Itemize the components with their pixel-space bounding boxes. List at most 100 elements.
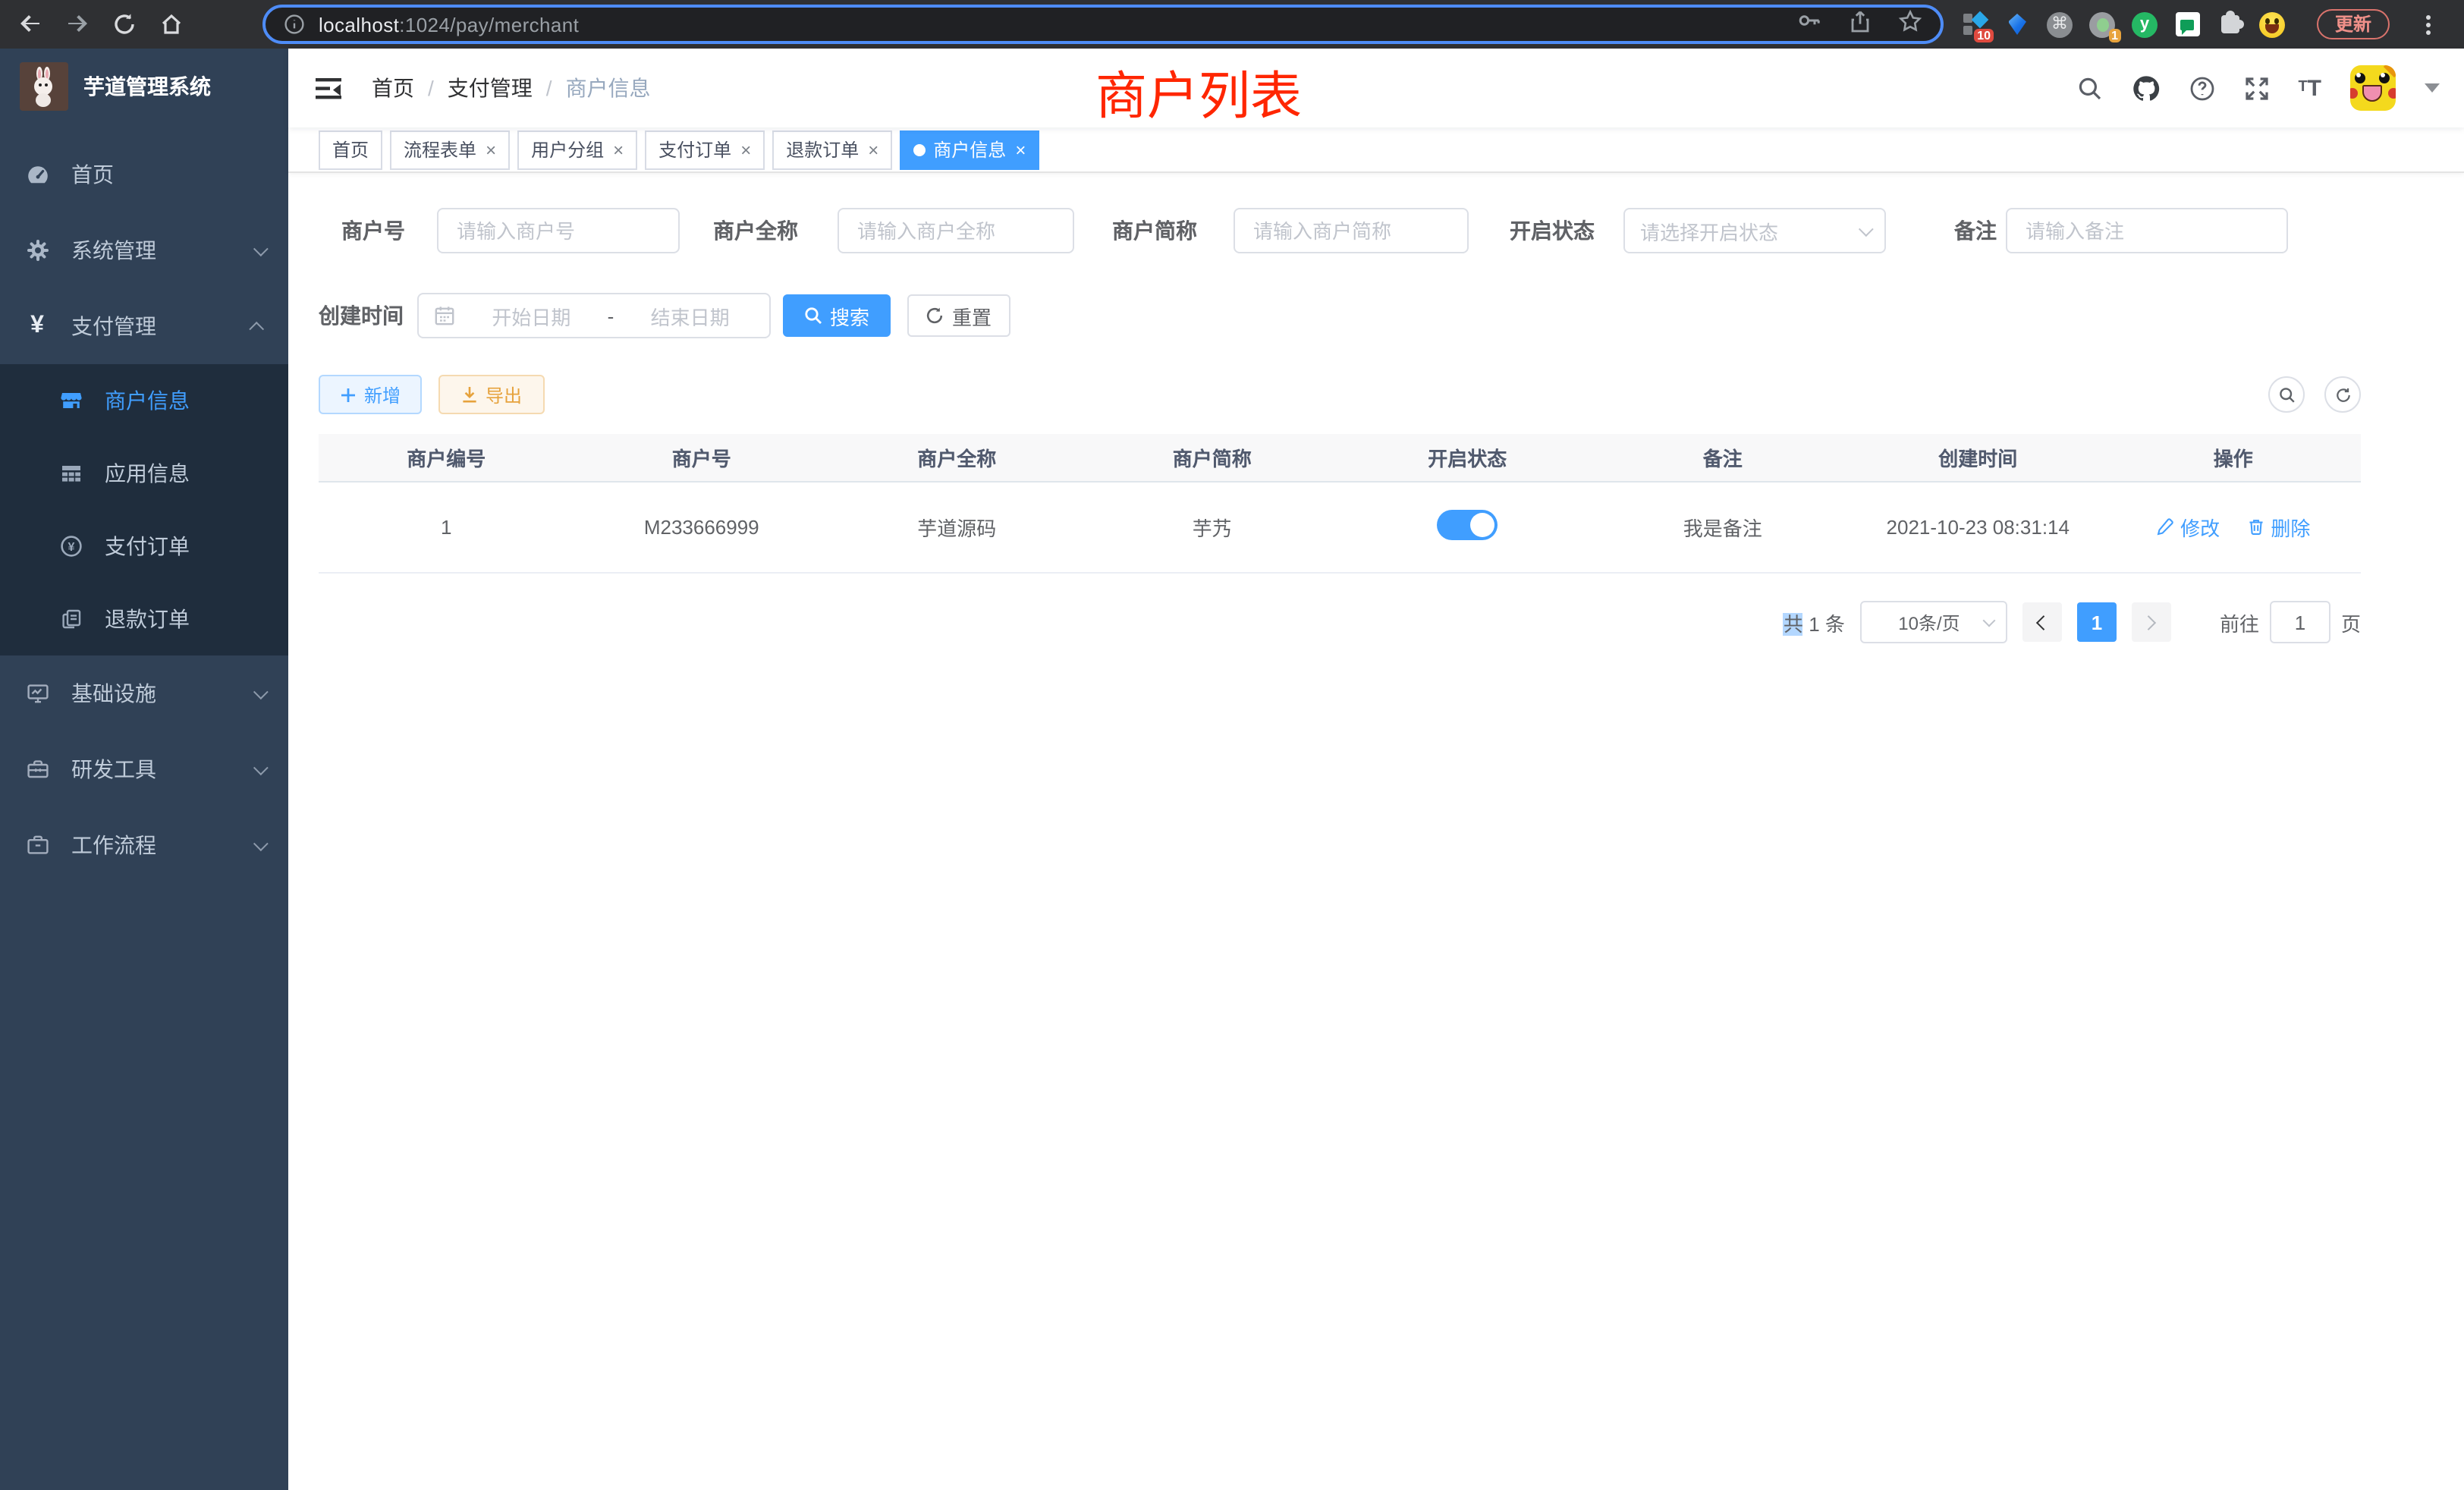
browser-update-button[interactable]: 更新 [2317,9,2390,39]
close-icon[interactable]: × [613,140,624,159]
chevron-down-icon [253,684,269,699]
github-icon[interactable] [2131,74,2160,102]
close-icon[interactable]: × [868,140,878,159]
briefcase-icon [24,833,50,857]
url-path: :1024/pay/merchant [399,13,579,36]
next-page-button[interactable] [2132,602,2171,642]
forward-icon[interactable] [65,12,90,36]
sidebar-item-app-info[interactable]: 应用信息 [0,437,288,510]
page-number-1[interactable]: 1 [2077,602,2117,642]
end-date-placeholder: 结束日期 [626,301,754,330]
short-name-input[interactable] [1234,208,1469,253]
emoji-profile-icon[interactable] [2259,11,2285,37]
goto-page-input[interactable] [2270,601,2330,643]
export-button[interactable]: 导出 [438,375,545,414]
status-toggle[interactable] [1437,509,1498,539]
sidebar-item-label: 工作流程 [71,830,156,860]
back-icon[interactable] [18,12,42,36]
kite-extension-icon[interactable] [2004,11,2030,37]
refresh-icon [2334,386,2351,403]
tab-merchant-info[interactable]: 商户信息× [900,130,1039,169]
breadcrumb: 首页 / 支付管理 / 商户信息 [372,73,651,103]
yuque-extension-icon[interactable]: y [2132,11,2158,37]
search-button[interactable]: 搜索 [783,294,891,337]
screen: localhost:1024/pay/merchant 10 ⌘ 1 y 更新 [0,0,2464,1490]
close-icon[interactable]: × [1015,140,1026,159]
grid-diamond-extension-icon[interactable]: 10 [1962,11,1988,37]
fullscreen-icon[interactable] [2243,75,2269,101]
sidebar: 芋道管理系统 首页 系统管理 ¥ 支付管理 商户信息 [0,49,288,1490]
help-icon[interactable] [2189,75,2214,101]
sidebar-item-system[interactable]: 系统管理 [0,212,288,288]
sidebar-fold-icon[interactable] [313,71,344,105]
prev-page-button[interactable] [2022,602,2062,642]
tab-pay-order[interactable]: 支付订单× [645,130,765,169]
close-icon[interactable]: × [486,140,496,159]
col-short-name: 商户简称 [1085,434,1340,481]
merchant-table: 商户编号 商户号 商户全称 商户简称 开启状态 备注 创建时间 操作 1 M23… [319,434,2361,573]
show-search-toggle-button[interactable] [2268,376,2305,413]
pencil-icon [2156,517,2174,536]
user-avatar[interactable] [2350,65,2396,111]
sidebar-item-home[interactable]: 首页 [0,137,288,212]
shop-icon [58,388,83,413]
capture-extension-icon[interactable]: 1 [2089,11,2115,37]
font-size-icon[interactable]: TT [2298,77,2321,99]
col-merchant-no: 商户号 [574,434,830,481]
cell-status [1340,481,1595,572]
browser-toolbar: localhost:1024/pay/merchant 10 ⌘ 1 y 更新 [0,0,2464,49]
full-name-input[interactable] [838,208,1074,253]
status-label: 开启状态 [1510,208,1595,253]
command-extension-icon[interactable]: ⌘ [2047,11,2073,37]
date-separator: - [608,304,614,327]
sidebar-item-merchant-info[interactable]: 商户信息 [0,364,288,437]
col-status: 开启状态 [1340,434,1595,481]
remark-input[interactable] [2006,208,2288,253]
reset-button[interactable]: 重置 [907,294,1010,337]
sidebar-item-pay[interactable]: ¥ 支付管理 [0,288,288,364]
reload-icon[interactable] [112,12,137,36]
delete-link[interactable]: 删除 [2246,512,2310,541]
refresh-table-button[interactable] [2324,376,2361,413]
sidebar-item-devtools[interactable]: 研发工具 [0,731,288,807]
col-merchant-id: 商户编号 [319,434,574,481]
add-button[interactable]: 新增 [319,375,422,414]
close-icon[interactable]: × [740,140,751,159]
status-select[interactable]: 请选择开启状态 [1623,208,1886,253]
page-size-select[interactable]: 10条/页 [1860,601,2007,643]
edit-link[interactable]: 修改 [2156,512,2220,541]
tab-user-group[interactable]: 用户分组× [517,130,637,169]
chat-extension-icon[interactable] [2174,11,2200,37]
yen-icon: ¥ [24,314,50,338]
toolbox-icon [24,757,50,781]
sidebar-item-refund-order[interactable]: 退款订单 [0,583,288,655]
sidebar-item-pay-order[interactable]: ¥ 支付订单 [0,510,288,583]
app-logo-row[interactable]: 芋道管理系统 [0,49,288,124]
puzzle-extensions-icon[interactable] [2217,11,2242,37]
table-header-row: 商户编号 商户号 商户全称 商户简称 开启状态 备注 创建时间 操作 [319,434,2361,481]
tab-refund-order[interactable]: 退款订单× [772,130,892,169]
full-name-label: 商户全称 [713,208,798,253]
sidebar-item-infra[interactable]: 基础设施 [0,655,288,731]
tab-home[interactable]: 首页 [319,130,382,169]
merchant-no-input[interactable] [437,208,680,253]
avatar-caret-icon[interactable] [2425,83,2440,93]
extensions-area: 10 ⌘ 1 y 更新 [1962,9,2446,39]
breadcrumb-pay[interactable]: 支付管理 [448,73,533,103]
date-range-picker[interactable]: 开始日期 - 结束日期 [417,293,771,338]
sidebar-item-workflow[interactable]: 工作流程 [0,807,288,883]
header-search-icon[interactable] [2076,75,2102,101]
password-key-icon[interactable] [1796,8,1822,41]
share-icon[interactable] [1848,8,1872,40]
bookmark-star-icon[interactable] [1898,8,1922,40]
url-bar[interactable]: localhost:1024/pay/merchant [262,5,1944,44]
breadcrumb-home[interactable]: 首页 [372,73,414,103]
site-info-icon[interactable] [284,14,305,35]
document-icon [58,607,83,631]
sidebar-item-label: 支付管理 [71,311,156,341]
home-icon[interactable] [159,12,184,36]
tab-process-form[interactable]: 流程表单× [390,130,510,169]
dashboard-icon [24,162,50,187]
calendar-icon [434,305,455,326]
browser-menu-icon[interactable] [2420,11,2437,37]
